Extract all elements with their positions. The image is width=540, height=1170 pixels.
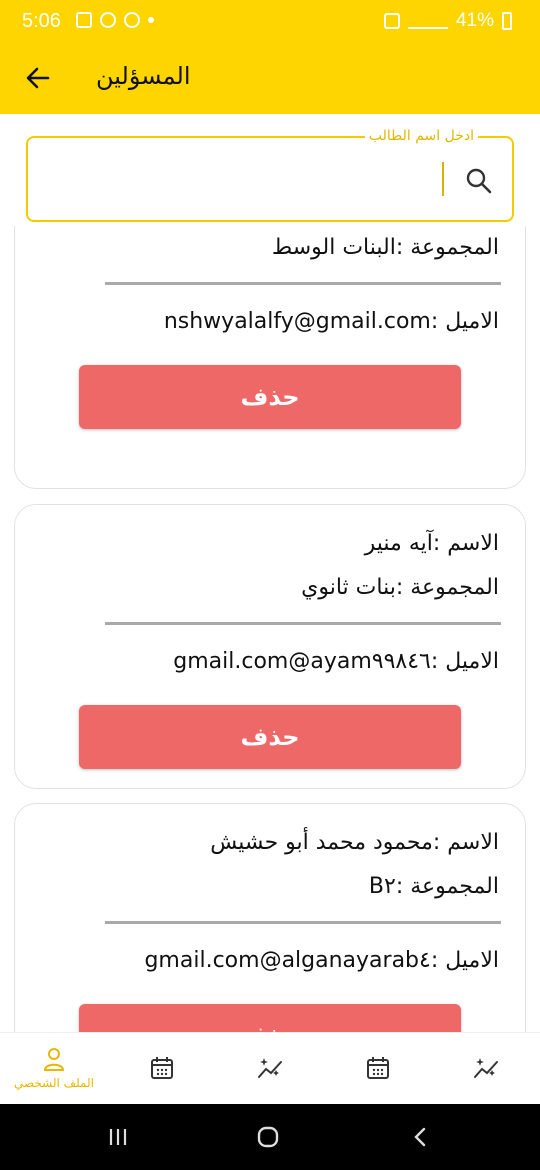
sparkle-chart-icon	[258, 1058, 282, 1078]
notification-icons	[76, 12, 154, 28]
admin-card: الاسم :محمود محمد أبو حشيش المجموعة :B٢ …	[14, 803, 526, 1032]
system-back-button[interactable]	[400, 1122, 440, 1152]
signal-icon	[407, 13, 448, 29]
search-icon[interactable]	[464, 166, 494, 196]
nav-stats-2[interactable]	[432, 1033, 540, 1103]
card-divider	[105, 282, 501, 285]
calendar-icon	[367, 1057, 389, 1079]
whatsapp-icon	[100, 12, 116, 28]
sparkle-chart-icon	[474, 1058, 498, 1078]
card-divider	[105, 622, 501, 625]
card-name: الاسم :محمود محمد أبو حشيش	[210, 830, 499, 855]
system-navigation-bar	[0, 1104, 540, 1170]
back-button[interactable]	[20, 60, 56, 96]
admin-card: المجموعة :البنات الوسط الاميل :nshwyalal…	[14, 226, 526, 489]
battery-percent: 41%	[455, 10, 494, 31]
delete-button[interactable]: حذف	[79, 705, 461, 769]
recent-apps-button[interactable]	[98, 1122, 138, 1152]
profile-icon	[43, 1048, 65, 1071]
card-email: الاميل :nshwyalalfy@gmail.com	[163, 309, 499, 334]
delete-button[interactable]: حذف	[79, 365, 461, 429]
status-bar: 5:06 41%	[0, 0, 540, 44]
admins-list[interactable]: المجموعة :البنات الوسط الاميل :nshwyalal…	[0, 226, 540, 1032]
nav-calendar-1[interactable]	[108, 1033, 216, 1103]
home-button[interactable]	[248, 1122, 288, 1152]
calendar-icon	[151, 1057, 173, 1079]
search-field[interactable]: ادخل اسم الطالب	[26, 128, 514, 222]
search-label: ادخل اسم الطالب	[364, 128, 478, 144]
card-divider	[105, 921, 501, 924]
app-header: 5:06 41% المسؤلين	[0, 0, 540, 114]
more-notifications-icon	[148, 17, 154, 23]
page-title: المسؤلين	[96, 62, 191, 90]
admin-card: الاسم :آيه منير المجموعة :بنات ثانوي الا…	[14, 504, 526, 789]
card-name: الاسم :آيه منير	[364, 531, 499, 556]
card-group: المجموعة :البنات الوسط	[271, 235, 499, 260]
nav-profile-label: الملف الشخصي	[14, 1076, 94, 1090]
nav-calendar-2[interactable]	[324, 1033, 432, 1103]
battery-icon	[502, 12, 512, 30]
app-notification-icon	[124, 12, 140, 28]
nav-stats-1[interactable]	[216, 1033, 324, 1103]
nav-profile[interactable]: الملف الشخصي	[0, 1033, 108, 1103]
card-email: الاميل :alganayarab٤@gmail.com	[144, 948, 499, 973]
recent-apps-icon	[109, 1129, 127, 1145]
card-group: المجموعة :بنات ثانوي	[301, 575, 499, 600]
bottom-navigation: الملف الشخصي	[0, 1032, 540, 1102]
alarm-icon	[383, 13, 400, 29]
status-right: 41%	[383, 10, 512, 32]
arrow-left-icon	[26, 67, 50, 89]
chevron-left-icon	[414, 1127, 426, 1147]
delete-button[interactable]: حذف	[79, 1004, 461, 1032]
status-time: 5:06	[22, 10, 61, 32]
home-icon	[257, 1126, 279, 1148]
gallery-icon	[76, 12, 92, 28]
card-email: الاميل :ayam٩٩٨٤٦@gmail.com	[173, 649, 499, 674]
card-group: المجموعة :B٢	[368, 874, 499, 899]
text-cursor	[442, 162, 444, 196]
